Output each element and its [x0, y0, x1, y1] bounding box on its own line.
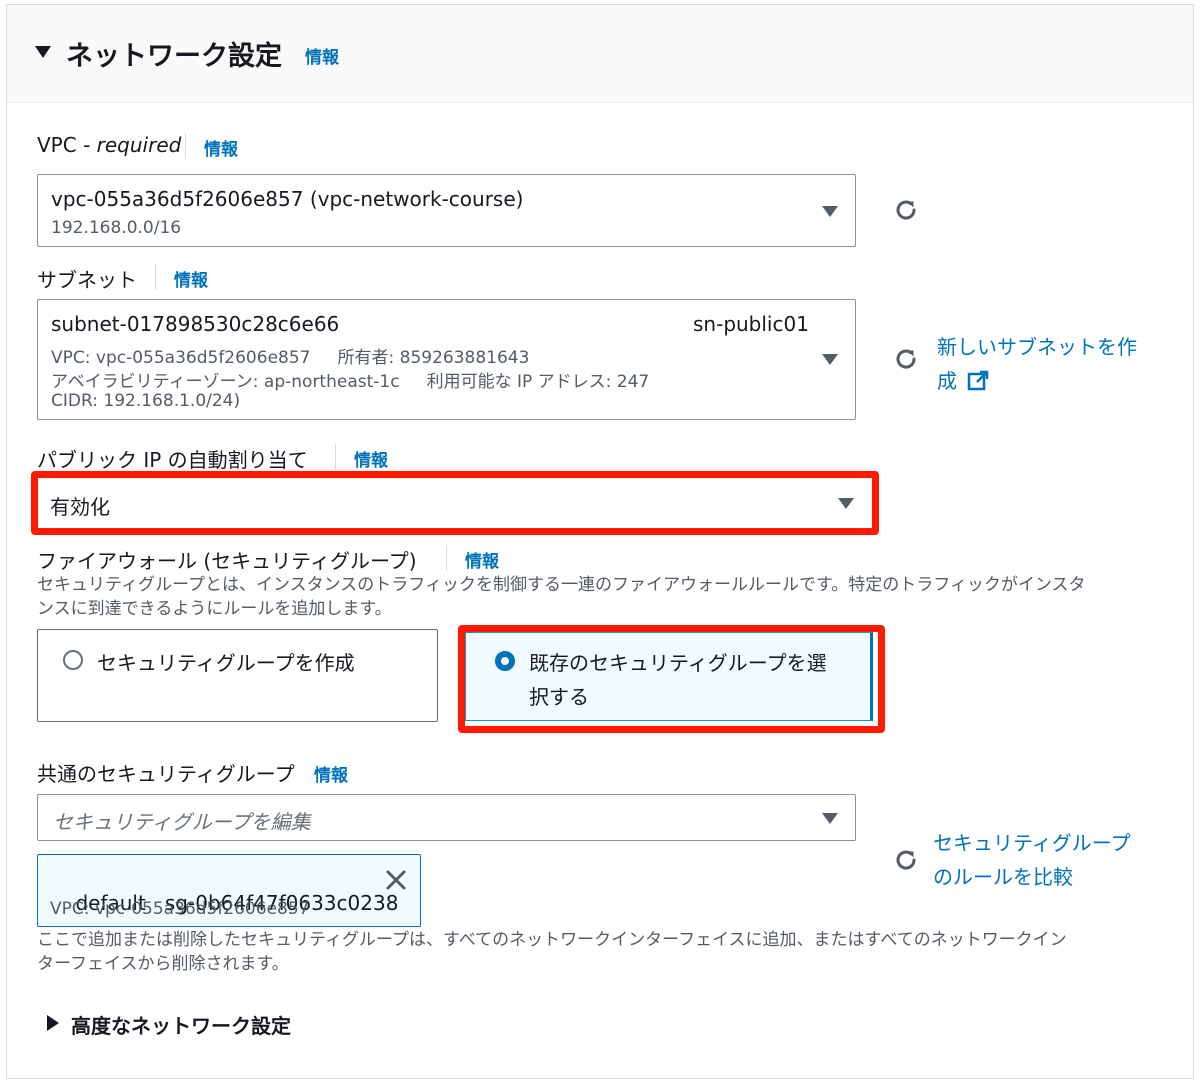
vpc-label: VPC - required — [37, 133, 181, 157]
subnet-select[interactable]: subnet-017898530c28c6e66 sn-public01 VPC… — [37, 299, 856, 420]
chevron-down-icon — [822, 813, 838, 824]
common-sg-note: ここで追加または削除したセキュリティグループは、すべてのネットワークインターフェ… — [37, 928, 1177, 976]
subnet-id-text: subnet-017898530c28c6e66 — [51, 312, 340, 336]
existing-sg-option[interactable]: 既存のセキュリティグループを選 択する — [465, 632, 873, 721]
page-title: ネットワーク設定 — [66, 41, 282, 72]
create-subnet-link-text: 成 — [937, 369, 957, 393]
separator — [446, 545, 447, 571]
firewall-description-line: ンスに到達できるようにルールを追加します。 — [37, 599, 392, 619]
compare-sg-rules-line: セキュリティグループ — [933, 831, 1131, 855]
vpc-cidr-text: 192.168.0.0/16 — [51, 218, 182, 238]
refresh-icon[interactable] — [893, 346, 919, 372]
existing-sg-option-label: 既存のセキュリティグループを選 択する — [529, 646, 827, 714]
subnet-label: サブネット — [37, 268, 137, 292]
subnet-detail-line: VPC: vpc-055a36d5f2606e857 所有者: 85926388… — [51, 348, 530, 368]
subnet-name-text: sn-public01 — [693, 312, 809, 336]
create-sg-option-label: セキュリティグループを作成 — [97, 651, 355, 675]
external-link-icon — [968, 370, 989, 391]
vpc-select-value: vpc-055a36d5f2606e857 (vpc-network-cours… — [51, 187, 524, 211]
refresh-icon[interactable] — [893, 197, 919, 223]
common-sg-note-line: ここで追加または削除したセキュリティグループは、すべてのネットワークインターフェ… — [37, 930, 1067, 950]
radio-create-sg[interactable] — [63, 650, 83, 670]
separator — [185, 133, 186, 159]
create-sg-option[interactable]: セキュリティグループを作成 — [37, 629, 438, 722]
create-subnet-link-line1: 新しいサブネットを作 — [937, 335, 1137, 359]
create-subnet-link[interactable]: 新しいサブネットを作 成 — [937, 330, 1137, 398]
existing-sg-option-line: 択する — [529, 685, 589, 709]
firewall-label: ファイアウォール (セキュリティグループ) — [37, 549, 417, 573]
existing-sg-option-line: 既存のセキュリティグループを選 — [529, 651, 827, 675]
chevron-down-icon — [838, 498, 854, 509]
header-info-link[interactable]: 情報 — [305, 43, 339, 68]
expand-triangle-icon[interactable] — [47, 1015, 59, 1031]
advanced-network-settings-toggle[interactable]: 高度なネットワーク設定 — [71, 1010, 291, 1039]
firewall-description-line: セキュリティグループとは、インスタンスのトラフィックを制御する一連のファイアウォ… — [37, 575, 1086, 595]
sg-token-default: default sg-0b64f47f0633c0238 VPC: vpc-05… — [37, 854, 421, 927]
subnet-detail-line: CIDR: 192.168.1.0/24) — [51, 391, 241, 411]
close-icon[interactable] — [385, 869, 407, 891]
collapse-triangle-icon[interactable] — [35, 46, 51, 58]
common-sg-label: 共通のセキュリティグループ — [37, 762, 295, 786]
create-subnet-link-line2: 成 — [937, 364, 1137, 398]
vpc-info-link[interactable]: 情報 — [204, 135, 238, 160]
sg-multiselect-placeholder: セキュリティグループを編集 — [53, 810, 311, 834]
vpc-required-text: required — [96, 133, 182, 157]
public-ip-info-link[interactable]: 情報 — [354, 446, 388, 471]
chevron-down-icon — [822, 354, 838, 365]
firewall-info-link[interactable]: 情報 — [465, 547, 499, 572]
firewall-description: セキュリティグループとは、インスタンスのトラフィックを制御する一連のファイアウォ… — [37, 573, 1177, 621]
public-ip-select-value: 有効化 — [50, 495, 110, 519]
subnet-detail-line: アベイラビリティーゾーン: ap-northeast-1c 利用可能な IP ア… — [51, 372, 650, 392]
public-ip-label: パブリック IP の自動割り当て — [37, 448, 308, 472]
sg-multiselect[interactable]: セキュリティグループを編集 — [37, 794, 856, 841]
vpc-select[interactable]: vpc-055a36d5f2606e857 (vpc-network-cours… — [37, 174, 856, 247]
public-ip-select[interactable]: 有効化 — [38, 478, 872, 528]
radio-existing-sg[interactable] — [495, 651, 515, 671]
refresh-icon[interactable] — [893, 847, 919, 873]
subnet-info-link[interactable]: 情報 — [174, 266, 208, 291]
common-sg-info-link[interactable]: 情報 — [314, 761, 348, 786]
compare-sg-rules-link[interactable]: セキュリティグループ のルールを比較 — [933, 826, 1131, 894]
chevron-down-icon — [822, 206, 838, 217]
separator — [155, 264, 156, 290]
vpc-label-text: VPC - — [37, 133, 97, 157]
sg-token-vpc: VPC: vpc-055a36d5f2606e857 — [50, 899, 310, 919]
compare-sg-rules-line: のルールを比較 — [933, 865, 1073, 889]
separator — [335, 444, 336, 470]
common-sg-note-line: ターフェイスから削除されます。 — [37, 954, 289, 974]
